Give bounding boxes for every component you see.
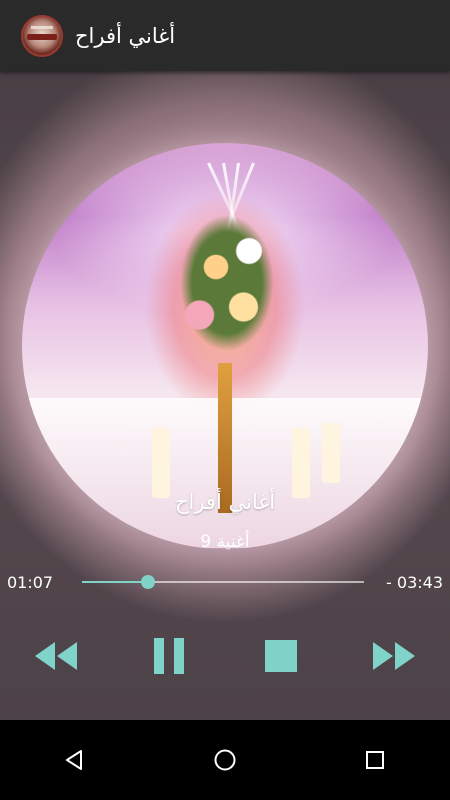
seek-bar[interactable]	[82, 575, 364, 589]
current-time: 01:07	[7, 573, 54, 592]
fast-forward-button[interactable]	[367, 630, 423, 682]
app-logo-icon	[21, 14, 63, 57]
track-title: أغاني أفراح	[174, 490, 276, 514]
home-button[interactable]	[195, 735, 255, 785]
rewind-icon	[35, 642, 77, 670]
rewind-button[interactable]	[27, 630, 83, 682]
playback-controls	[0, 630, 450, 682]
fast-forward-icon	[373, 642, 415, 670]
recents-button[interactable]	[345, 735, 405, 785]
seek-thumb[interactable]	[141, 575, 156, 589]
recents-icon	[366, 751, 384, 769]
remaining-time: - 03:43	[386, 573, 443, 592]
seek-progress	[82, 581, 149, 583]
track-subtitle: أغنية 9	[200, 532, 250, 552]
back-icon	[66, 750, 82, 770]
app-bar: أغاني أفراح	[0, 0, 450, 71]
back-button[interactable]	[45, 735, 105, 785]
pause-icon	[154, 638, 184, 674]
album-artwork	[22, 143, 428, 549]
home-icon	[214, 749, 236, 771]
pause-button[interactable]	[141, 630, 197, 682]
stop-icon	[265, 640, 297, 672]
app-title: أغاني أفراح	[75, 23, 176, 48]
player-background: أغاني أفراح أغنية 9 01:07 - 03:43	[0, 71, 450, 720]
stop-button[interactable]	[253, 630, 309, 682]
system-nav-bar	[0, 720, 450, 800]
